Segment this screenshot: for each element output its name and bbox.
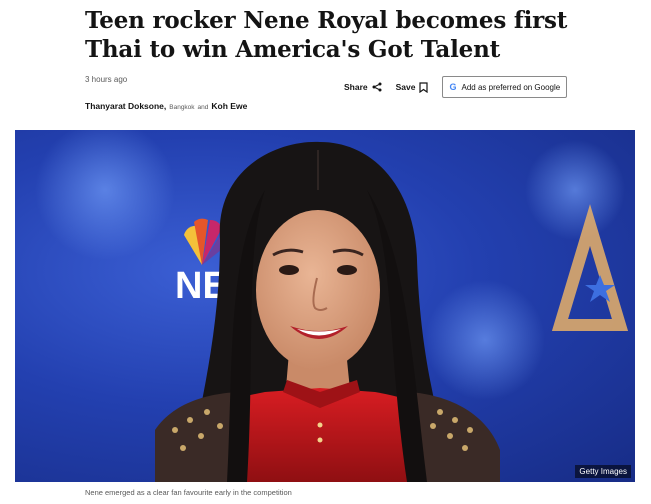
author-location: Bangkok bbox=[169, 104, 195, 111]
bookmark-icon bbox=[419, 81, 429, 93]
backdrop-star-logo-icon bbox=[551, 204, 629, 331]
article-actions: Share Save G Add as preferred on Google bbox=[344, 76, 568, 98]
image-credit: Getty Images bbox=[575, 465, 631, 478]
byline: Thanyarat Doksone, Bangkok and Koh Ewe bbox=[85, 101, 247, 111]
author-name: Thanyarat Doksone, bbox=[85, 101, 167, 111]
add-preferred-google-button[interactable]: G Add as preferred on Google bbox=[442, 76, 568, 98]
save-button[interactable]: Save bbox=[395, 81, 429, 93]
hero-photo-illustration: NE A bbox=[35, 130, 629, 482]
author-name: Koh Ewe bbox=[211, 101, 248, 111]
share-icon bbox=[372, 82, 382, 92]
google-button-label: Add as preferred on Google bbox=[461, 82, 561, 92]
article-headline: Teen rocker Nene Royal becomes first Tha… bbox=[85, 7, 568, 63]
article-timestamp: 3 hours ago bbox=[85, 75, 128, 84]
share-button[interactable]: Share bbox=[344, 82, 382, 92]
hero-image: NE A Getty Images bbox=[15, 130, 635, 482]
save-label: Save bbox=[395, 82, 416, 92]
google-icon: G bbox=[449, 82, 457, 92]
byline-conjunction: and bbox=[197, 104, 209, 111]
share-label: Share bbox=[344, 82, 368, 92]
image-caption: Nene emerged as a clear fan favourite ea… bbox=[85, 488, 292, 497]
